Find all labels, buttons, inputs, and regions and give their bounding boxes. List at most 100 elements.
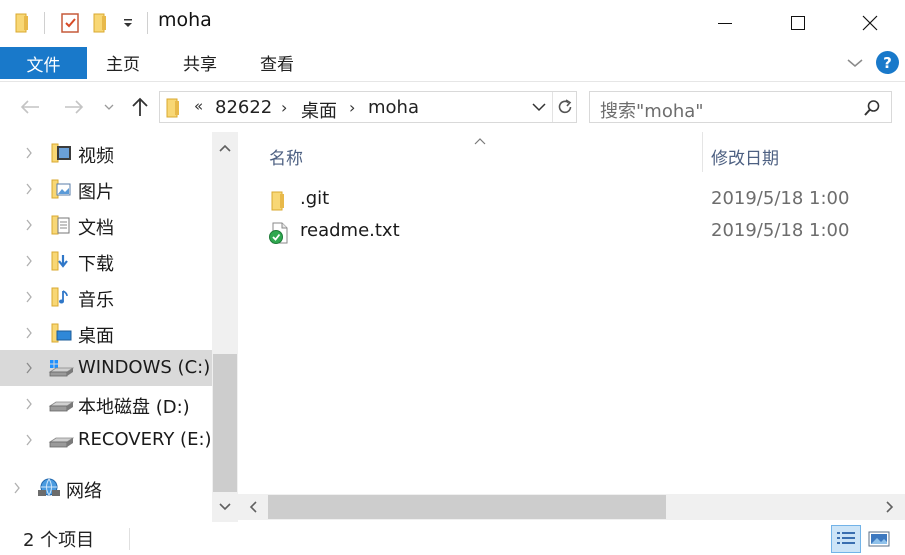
expand-chevron-icon[interactable] — [22, 397, 36, 411]
maximize-button[interactable] — [768, 0, 828, 46]
breadcrumb-moha[interactable]: moha — [368, 97, 419, 118]
breadcrumb-separator[interactable]: › — [281, 98, 287, 117]
expand-chevron-icon[interactable] — [10, 481, 24, 495]
folder-icon — [268, 190, 290, 212]
drive-icon — [48, 394, 74, 414]
file-modified: 2019/5/18 1:00 — [711, 220, 850, 241]
large-icons-view-icon — [868, 531, 890, 547]
minimize-icon — [718, 23, 732, 24]
arrow-right-icon — [65, 100, 84, 114]
search-box[interactable]: 搜索"moha" — [589, 91, 892, 123]
large-icons-view-button[interactable] — [864, 525, 894, 553]
scroll-left-button[interactable] — [240, 494, 266, 520]
breadcrumb-separator[interactable]: › — [349, 98, 355, 117]
title-divider — [147, 12, 148, 34]
recent-locations-button[interactable] — [100, 94, 118, 120]
nav-item-videos[interactable]: 视频 — [0, 135, 212, 171]
tab-file[interactable]: 文件 — [0, 47, 87, 79]
address-dropdown-button[interactable] — [526, 92, 552, 122]
refresh-button[interactable] — [552, 92, 577, 122]
file-row[interactable]: readme.txt 2019/5/18 1:00 — [238, 216, 905, 248]
customize-dropdown-icon[interactable] — [120, 10, 136, 36]
documents-folder-icon — [50, 215, 72, 235]
help-button[interactable]: ? — [876, 51, 899, 74]
forward-button[interactable] — [60, 94, 88, 120]
navigation-pane: 视频 图片 文档 下载 音乐 桌面 WINDOWS (C:) 本地磁盘 (D:)… — [0, 132, 238, 522]
arrow-left-icon — [20, 100, 39, 114]
scrollbar-thumb[interactable] — [213, 354, 237, 492]
breadcrumb-desktop[interactable]: 桌面 — [301, 97, 337, 123]
maximize-icon — [791, 16, 805, 30]
back-button[interactable] — [16, 94, 44, 120]
properties-icon[interactable] — [58, 10, 82, 36]
desktop-folder-icon — [50, 323, 72, 343]
nav-item-downloads[interactable]: 下载 — [0, 243, 212, 279]
minimize-button[interactable] — [695, 0, 755, 46]
nav-item-pictures[interactable]: 图片 — [0, 171, 212, 207]
folder-icon — [166, 98, 182, 122]
chevron-down-icon — [532, 103, 546, 112]
search-placeholder: 搜索"moha" — [600, 101, 704, 122]
network-icon — [37, 478, 61, 498]
search-icon[interactable] — [863, 99, 881, 121]
nav-item-label: 下载 — [78, 254, 114, 275]
nav-item-network[interactable]: 网络 — [0, 470, 212, 506]
overflow-chevron[interactable]: « — [194, 97, 203, 115]
scroll-down-button[interactable] — [212, 494, 238, 520]
nav-item-label: 文档 — [78, 218, 114, 239]
expand-chevron-icon[interactable] — [22, 361, 36, 375]
nav-item-documents[interactable]: 文档 — [0, 207, 212, 243]
column-header-name[interactable]: 名称 — [269, 144, 303, 169]
nav-item-music[interactable]: 音乐 — [0, 279, 212, 315]
tab-home[interactable]: 主页 — [92, 46, 154, 79]
expand-chevron-icon[interactable] — [22, 182, 36, 196]
up-button[interactable] — [127, 94, 153, 120]
windows-drive-icon — [48, 358, 74, 378]
expand-chevron-icon[interactable] — [22, 326, 36, 340]
chevron-right-icon — [886, 501, 894, 513]
scroll-up-button[interactable] — [212, 135, 238, 161]
file-modified: 2019/5/18 1:00 — [711, 188, 850, 209]
scroll-right-button[interactable] — [877, 494, 903, 520]
nav-item-recovery-e[interactable]: RECOVERY (E:) — [0, 422, 212, 458]
nav-item-local-disk-d[interactable]: 本地磁盘 (D:) — [0, 386, 212, 422]
file-list-pane: 名称 修改日期 .git 2019/5/18 1:00 readme.txt 2… — [238, 132, 905, 522]
address-bar[interactable]: « 82622 › 桌面 › moha — [159, 91, 577, 123]
pictures-folder-icon — [50, 179, 72, 199]
column-header-modified[interactable]: 修改日期 — [711, 144, 779, 169]
close-button[interactable] — [840, 0, 900, 46]
tab-share[interactable]: 共享 — [169, 46, 231, 79]
details-view-button[interactable] — [831, 525, 861, 553]
file-name: .git — [300, 188, 330, 209]
nav-pane-scrollbar[interactable] — [212, 132, 238, 522]
chevron-down-icon — [104, 104, 114, 110]
close-icon — [862, 15, 878, 31]
breadcrumb-82622[interactable]: 82622 — [215, 97, 272, 118]
new-folder-icon[interactable] — [90, 10, 112, 36]
expand-chevron-icon[interactable] — [22, 290, 36, 304]
tab-view[interactable]: 查看 — [246, 46, 308, 79]
drive-icon — [48, 430, 74, 450]
details-view-icon — [837, 532, 855, 544]
nav-item-windows-drive[interactable]: WINDOWS (C:) — [0, 350, 212, 386]
videos-folder-icon — [50, 143, 72, 163]
column-divider[interactable] — [702, 132, 703, 172]
ribbon-tab-bar: 文件 主页 共享 查看 ? — [0, 46, 905, 82]
music-folder-icon — [50, 287, 72, 307]
address-row: « 82622 › 桌面 › moha 搜索"moha" — [0, 82, 905, 132]
nav-item-desktop[interactable]: 桌面 — [0, 315, 212, 351]
nav-item-label: 桌面 — [78, 326, 114, 347]
expand-ribbon-button[interactable] — [844, 54, 866, 72]
nav-item-label: 网络 — [66, 481, 102, 502]
expand-chevron-icon[interactable] — [22, 218, 36, 232]
file-list-h-scrollbar[interactable] — [238, 494, 905, 520]
expand-chevron-icon[interactable] — [22, 146, 36, 160]
status-bar: 2 个项目 — [0, 522, 905, 555]
help-icon: ? — [883, 53, 892, 72]
expand-chevron-icon[interactable] — [22, 433, 36, 447]
scrollbar-thumb[interactable] — [268, 495, 666, 519]
quick-access-divider — [44, 12, 45, 34]
expand-chevron-icon[interactable] — [22, 254, 36, 268]
file-row[interactable]: .git 2019/5/18 1:00 — [238, 184, 905, 216]
nav-item-label: WINDOWS (C:) — [78, 357, 211, 378]
